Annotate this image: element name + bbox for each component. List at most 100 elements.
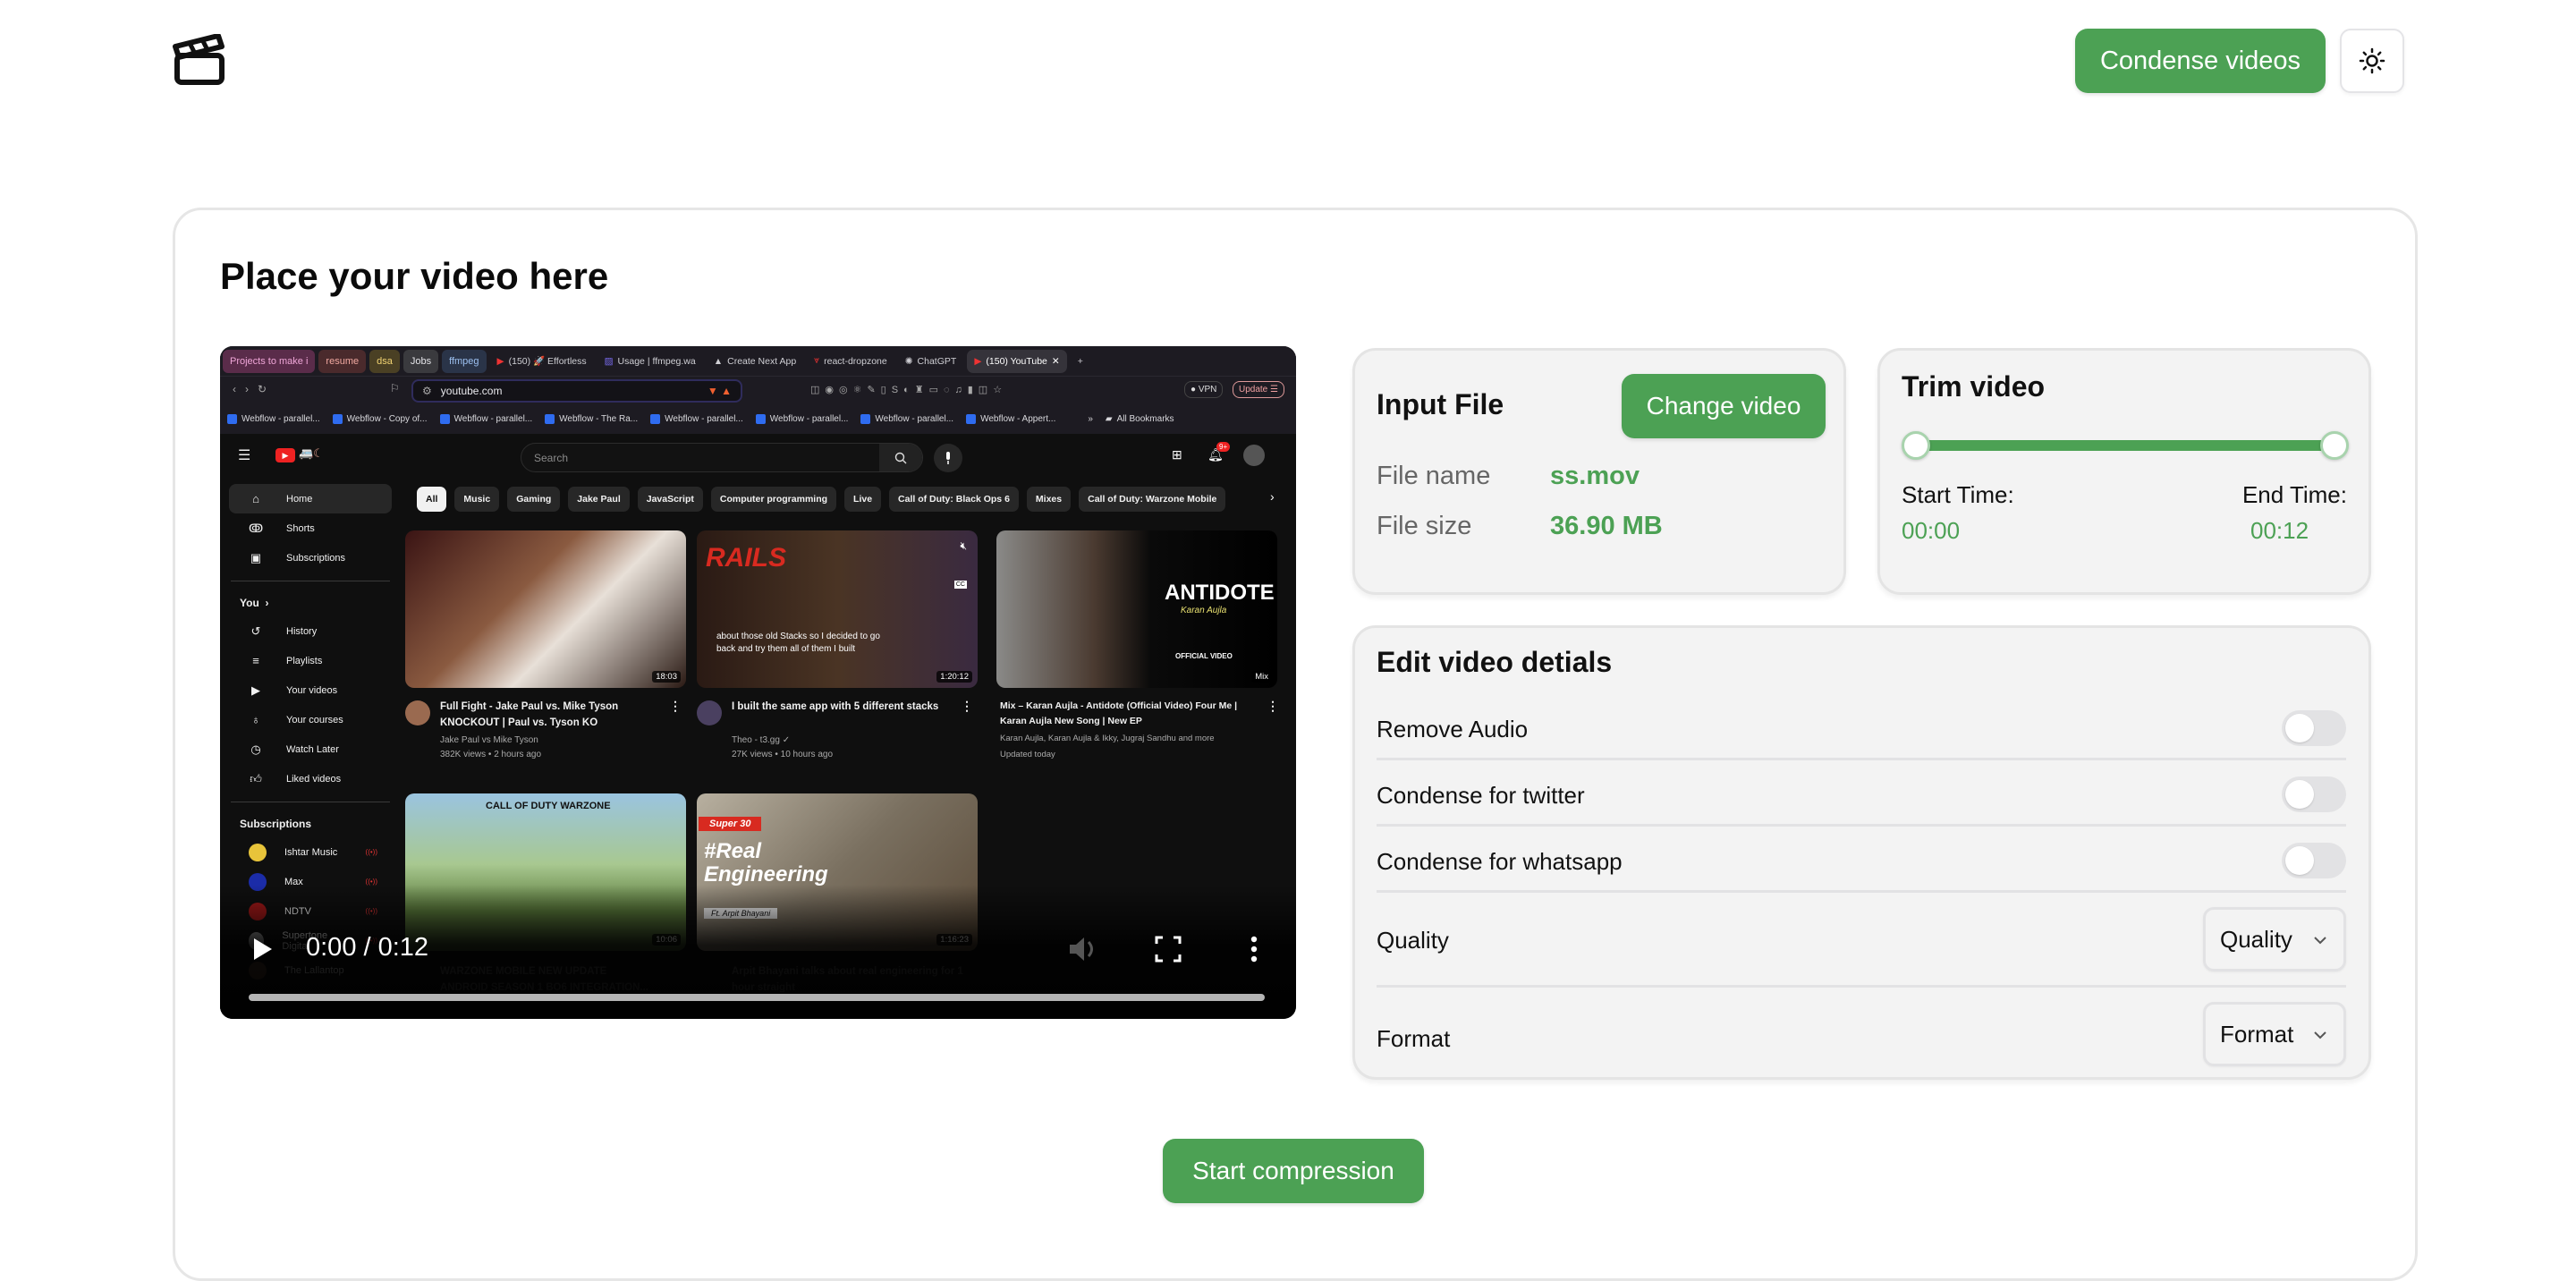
home-icon: ⌂ bbox=[252, 491, 259, 505]
tab-group-label: Jobs bbox=[410, 355, 432, 367]
sun-icon bbox=[2359, 47, 2385, 74]
fullscreen-icon[interactable] bbox=[1154, 935, 1182, 963]
play-icon[interactable] bbox=[252, 937, 274, 962]
file-name-label: File name bbox=[1377, 462, 1491, 490]
start-time-label: Start Time: bbox=[1902, 481, 2014, 508]
end-time-value: 00:12 bbox=[2250, 517, 2309, 544]
channel-avatar bbox=[697, 700, 722, 725]
player-controls: 0:00 / 0:12 bbox=[220, 920, 1296, 1019]
more-options-icon[interactable] bbox=[1245, 935, 1263, 963]
thumb-title: CALL OF DUTY WARZONE bbox=[486, 801, 611, 811]
nextjs-icon: ▲ bbox=[713, 355, 724, 367]
remove-audio-label: Remove Audio bbox=[1377, 716, 1529, 742]
video-player[interactable]: Projects to make i resume dsa Jobs ffmpe… bbox=[220, 346, 1296, 1019]
volume-icon[interactable] bbox=[1068, 935, 1100, 963]
thumb-tag: OFFICIAL VIDEO bbox=[1175, 652, 1233, 660]
browser-tab: ▲ Create Next App bbox=[707, 350, 803, 373]
tab-label: ChatGPT bbox=[917, 355, 957, 367]
video-duration: 1:20:12 bbox=[936, 671, 972, 683]
video-channel: Jake Paul vs Mike Tyson bbox=[440, 735, 538, 745]
theme-toggle-button[interactable] bbox=[2340, 29, 2404, 93]
tab-group-label: resume bbox=[326, 355, 360, 367]
browser-tab-active: ▶ (150) YouTube ✕ bbox=[967, 349, 1067, 373]
sidebar-label: Liked videos bbox=[286, 773, 342, 785]
sidebar-item-watch-later: ◷ Watch Later bbox=[229, 734, 392, 764]
chip: Computer programming bbox=[710, 487, 837, 512]
site-settings-icon: ⚙ bbox=[422, 385, 432, 397]
youtube-doodle-icon: 🚐☾ bbox=[299, 446, 324, 460]
extension-icons: ◫◉◎⚛✎▯S◐♜▭◌♫▮◫☆ bbox=[810, 385, 1008, 395]
thumbs-up-icon: 👍︎ bbox=[250, 771, 262, 785]
chatgpt-icon: ✺ bbox=[904, 355, 913, 367]
trim-range-track[interactable] bbox=[1916, 440, 2334, 451]
bookmark-item: Webflow - Copy of... bbox=[332, 414, 428, 424]
update-label: Update bbox=[1239, 385, 1268, 394]
channel-avatar bbox=[249, 843, 267, 861]
select-row-quality: Quality Quality bbox=[1377, 893, 2346, 988]
bookmark-label: Webflow - The Ra... bbox=[559, 414, 639, 424]
chip: Music bbox=[454, 487, 500, 512]
chip: Live bbox=[844, 487, 882, 512]
chip: Call of Duty: Warzone Mobile bbox=[1079, 487, 1226, 512]
page-title: Place your video here bbox=[220, 255, 609, 297]
clock-icon: ◷ bbox=[250, 742, 261, 756]
subscription-label: Ishtar Music bbox=[284, 846, 338, 858]
update-button: Update ☰ bbox=[1233, 381, 1284, 398]
bookmark-label: Webflow - parallel... bbox=[453, 414, 533, 424]
condense-videos-button[interactable]: Condense videos bbox=[2075, 29, 2326, 93]
toggle-row-twitter: Condense for twitter bbox=[1377, 760, 2346, 827]
thumb-tag: Super 30 bbox=[699, 817, 762, 831]
video-channel: Karan Aujla, Karan Aujla & Ikky, Jugraj … bbox=[1000, 734, 1215, 743]
sidebar-item-shorts: ↂ Shorts bbox=[229, 513, 392, 543]
brave-icon: ▼ ▲ bbox=[707, 385, 732, 397]
video-dropzone-card: Place your video here Projects to make i… bbox=[173, 208, 2418, 1281]
playlists-icon: ≡ bbox=[252, 653, 259, 667]
mix-badge: Mix bbox=[1251, 671, 1272, 683]
remove-audio-toggle[interactable] bbox=[2282, 710, 2346, 746]
chip: Jake Paul bbox=[568, 487, 630, 512]
bulb-icon: ♁ bbox=[251, 712, 260, 726]
sidebar-item-playlists: ≡ Playlists bbox=[229, 646, 392, 675]
sidebar-item-history: ↺ History bbox=[229, 616, 392, 646]
more-bookmarks-icon: » bbox=[1088, 414, 1093, 424]
bookmark-item: Webflow - parallel... bbox=[755, 414, 848, 424]
trim-end-handle[interactable] bbox=[2320, 431, 2349, 460]
condense-whatsapp-toggle[interactable] bbox=[2282, 843, 2346, 878]
chip: All bbox=[417, 487, 447, 512]
change-video-button[interactable]: Change video bbox=[1622, 374, 1826, 438]
bookmark-item: Webflow - parallel... bbox=[650, 414, 743, 424]
trim-start-handle[interactable] bbox=[1902, 431, 1930, 460]
sidebar-item-liked-videos: 👍︎ Liked videos bbox=[229, 764, 392, 793]
tab-label: Create Next App bbox=[727, 355, 797, 367]
thumb-title: #Real Engineering bbox=[704, 839, 828, 887]
time-display: 0:00 / 0:12 bbox=[306, 933, 429, 962]
toggle-knob bbox=[2285, 846, 2314, 875]
bookmark-label: Webflow - parallel... bbox=[665, 414, 743, 424]
your-videos-icon: ▶ bbox=[251, 683, 260, 697]
youtube-filter-chips: All Music Gaming Jake Paul JavaScript Co… bbox=[417, 487, 1226, 512]
youtube-topbar: ☰ ▶ 🚐☾ Search ⊞ 🔔︎ 9+ bbox=[220, 434, 1296, 479]
video-meta: 382K views • 2 hours ago bbox=[440, 750, 542, 759]
chevron-down-icon bbox=[2314, 937, 2326, 945]
avatar bbox=[1243, 445, 1265, 466]
sidebar-label: Playlists bbox=[286, 655, 323, 666]
more-vert-icon: ⋮ bbox=[961, 699, 973, 713]
format-select[interactable]: Format bbox=[2203, 1002, 2346, 1066]
youtube-logo-icon: ▶ bbox=[275, 448, 295, 462]
bookmark-icon: ⚐ bbox=[390, 382, 400, 394]
clapperboard-icon[interactable] bbox=[172, 34, 229, 88]
quality-select[interactable]: Quality bbox=[2203, 907, 2346, 971]
format-select-value: Format bbox=[2220, 1020, 2294, 1048]
thumb-title: ANTIDOTE bbox=[1165, 581, 1275, 605]
notification-badge: 9+ bbox=[1216, 442, 1231, 452]
video-channel: Theo - t3.gg ✓ bbox=[732, 735, 791, 745]
edit-video-details-panel: Edit video detials Remove Audio Condense… bbox=[1352, 625, 2371, 1080]
condense-twitter-toggle[interactable] bbox=[2282, 776, 2346, 812]
toggle-knob bbox=[2285, 714, 2314, 742]
video-progress-bar[interactable] bbox=[249, 994, 1265, 1001]
browser-tab: ⩔ react-dropzone bbox=[807, 350, 894, 373]
chip: Mixes bbox=[1026, 487, 1072, 512]
input-file-title: Input File bbox=[1377, 388, 1504, 420]
tab-group: resume bbox=[318, 349, 367, 373]
start-compression-button[interactable]: Start compression bbox=[1163, 1139, 1424, 1203]
